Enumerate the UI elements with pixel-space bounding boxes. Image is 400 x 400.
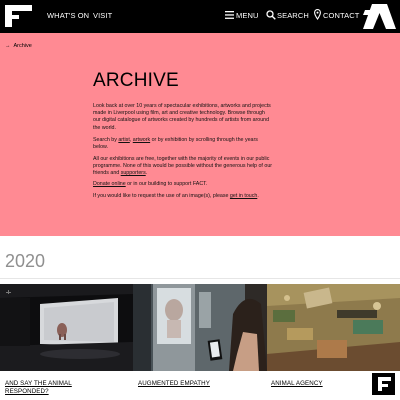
nav-menu[interactable]: MENU [236,11,258,20]
archive-donate-text: Donate online or in our building to supp… [93,181,273,188]
fact-f-corner-icon[interactable] [372,373,395,395]
animal-agency-image [267,284,400,371]
supporters-link[interactable]: supporters [121,170,146,176]
arrow-right-icon: → [5,43,11,49]
donate-online-link[interactable]: Donate online [93,181,126,187]
card-title-augmented-empathy[interactable]: AUGMENTED EMPATHY [138,380,210,387]
location-pin-icon[interactable] [314,9,321,20]
archive-search-text: Search by artist, artwork or by exhibiti… [93,137,273,151]
gallery-projection-image [0,284,133,371]
nav-search[interactable]: SEARCH [277,11,309,20]
card-title-animal-agency[interactable]: ANIMAL AGENCY [271,380,323,387]
fact-logo-icon[interactable] [5,5,32,27]
archive-request-text: If you would like to request the use of … [93,193,273,200]
augmented-empathy-image [133,284,267,371]
fact-a-logo-icon[interactable] [363,4,396,29]
card-image-augmented-empathy[interactable] [133,284,267,371]
nav-whats-on[interactable]: WHAT'S ON [47,11,89,20]
nav-contact[interactable]: CONTACT [323,11,359,20]
archive-free-text: All our exhibitions are free, together w… [93,156,273,178]
card-image-animal-agency[interactable] [267,284,400,371]
artist-link[interactable]: artist [118,137,129,143]
request-prefix-text: If you would like to request the use of … [93,193,230,199]
breadcrumb-archive-link[interactable]: Archive [14,43,32,49]
year-heading: 2020 [5,251,46,271]
archive-section [0,33,400,236]
request-suffix-text: . [257,193,259,199]
breadcrumb: → Archive [5,43,32,49]
hamburger-icon[interactable] [225,11,234,19]
archive-intro-text: Look back at over 10 years of spectacula… [93,103,271,131]
nav-visit[interactable]: VISIT [93,11,112,20]
divider [0,278,400,279]
get-in-touch-link[interactable]: get in touch [230,193,257,199]
site-header: WHAT'S ON VISIT MENU SEARCH CONTACT [0,0,400,33]
card-title-animal-responded[interactable]: AND SAY THE ANIMAL RESPONDED? [5,380,95,396]
page-title: ARCHIVE [93,70,179,91]
card-image-animal-responded[interactable] [0,284,133,371]
artwork-link[interactable]: artwork [133,137,150,143]
free-suffix-text: . [145,170,148,177]
search-prefix-text: Search by [93,137,119,143]
search-icon[interactable] [266,10,276,20]
donate-suffix-text: or in our building to support FACT. [125,181,208,187]
